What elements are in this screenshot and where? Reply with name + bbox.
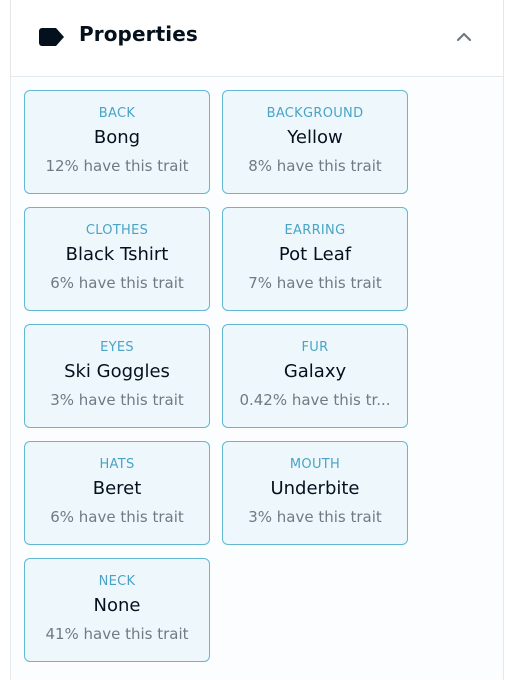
trait-rarity: 7% have this trait bbox=[248, 274, 382, 292]
trait-value: Ski Goggles bbox=[64, 361, 170, 382]
properties-header[interactable]: Properties bbox=[11, 0, 503, 77]
trait-rarity: 0.42% have this tr... bbox=[239, 391, 391, 409]
trait-rarity: 8% have this trait bbox=[248, 157, 382, 175]
trait-card-back[interactable]: BACK Bong 12% have this trait bbox=[24, 90, 210, 194]
trait-value: Yellow bbox=[287, 127, 343, 148]
trait-value: Pot Leaf bbox=[278, 244, 352, 265]
trait-type: EARRING bbox=[284, 223, 346, 238]
trait-type: NECK bbox=[98, 574, 136, 589]
trait-type: EYES bbox=[100, 340, 134, 355]
trait-card-eyes[interactable]: EYES Ski Goggles 3% have this trait bbox=[24, 324, 210, 428]
trait-card-fur[interactable]: FUR Galaxy 0.42% have this tr... bbox=[222, 324, 408, 428]
trait-card-hats[interactable]: HATS Beret 6% have this trait bbox=[24, 441, 210, 545]
trait-grid: BACK Bong 12% have this trait BACKGROUND… bbox=[24, 90, 408, 662]
trait-type: FUR bbox=[301, 340, 329, 355]
trait-rarity: 41% have this trait bbox=[45, 625, 189, 643]
panel-title: Properties bbox=[79, 22, 198, 46]
trait-value: Beret bbox=[92, 478, 142, 499]
trait-value: Black Tshirt bbox=[65, 244, 169, 265]
properties-panel: Properties BACK Bong 12% have this trait… bbox=[10, 0, 504, 680]
trait-type: BACK bbox=[98, 106, 136, 121]
tag-icon bbox=[39, 28, 64, 46]
trait-rarity: 3% have this trait bbox=[50, 391, 184, 409]
trait-card-earring[interactable]: EARRING Pot Leaf 7% have this trait bbox=[222, 207, 408, 311]
chevron-up-icon[interactable] bbox=[455, 28, 473, 46]
trait-value: None bbox=[93, 595, 141, 616]
trait-card-mouth[interactable]: MOUTH Underbite 3% have this trait bbox=[222, 441, 408, 545]
trait-value: Galaxy bbox=[283, 361, 347, 382]
trait-type: CLOTHES bbox=[85, 223, 149, 238]
trait-type: HATS bbox=[99, 457, 135, 472]
trait-value: Bong bbox=[93, 127, 141, 148]
trait-rarity: 3% have this trait bbox=[248, 508, 382, 526]
trait-type: BACKGROUND bbox=[266, 106, 364, 121]
trait-card-neck[interactable]: NECK None 41% have this trait bbox=[24, 558, 210, 662]
trait-type: MOUTH bbox=[289, 457, 341, 472]
trait-rarity: 12% have this trait bbox=[45, 157, 189, 175]
trait-rarity: 6% have this trait bbox=[50, 508, 184, 526]
trait-value: Underbite bbox=[270, 478, 360, 499]
trait-card-clothes[interactable]: CLOTHES Black Tshirt 6% have this trait bbox=[24, 207, 210, 311]
trait-card-background[interactable]: BACKGROUND Yellow 8% have this trait bbox=[222, 90, 408, 194]
trait-rarity: 6% have this trait bbox=[50, 274, 184, 292]
properties-body: BACK Bong 12% have this trait BACKGROUND… bbox=[11, 78, 503, 680]
